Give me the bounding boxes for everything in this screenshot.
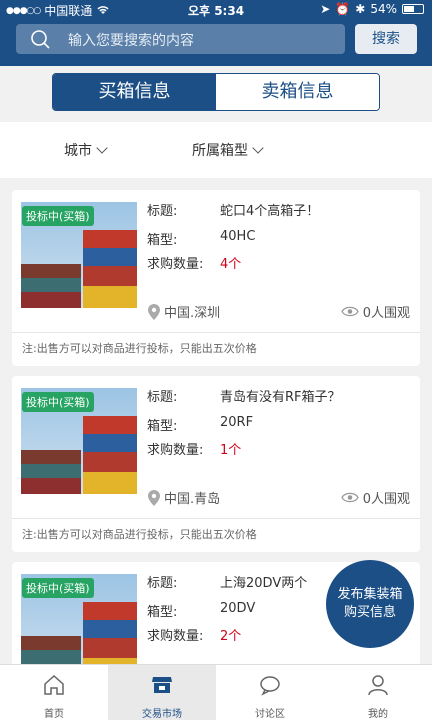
status-badge: 投标中(买箱) [22, 392, 94, 412]
listing-title: 青岛有没有RF箱子？ [220, 390, 341, 405]
user-icon [368, 675, 388, 696]
nav-item-discussion[interactable]: 讨论区 [216, 665, 324, 720]
listing-title: 蛇口4个高箱子！ [220, 204, 320, 219]
box-type-label: 箱型: [147, 605, 178, 620]
search-icon [31, 30, 50, 49]
nav-label: 讨论区 [255, 709, 285, 720]
tab-sell-info[interactable]: 卖箱信息 [216, 74, 379, 110]
app-header: ●●●○○ 中国联通 오후 5:34 ➤ ⏰ ✱ 54% 输入您要搜索的内容 搜… [0, 0, 432, 66]
search-input[interactable]: 输入您要搜索的内容 [16, 24, 345, 54]
location-text: 中国.深圳 [164, 306, 221, 321]
quantity-label: 求购数量: [147, 443, 204, 458]
location: 中国.深圳 [148, 302, 220, 321]
fab-line-2: 购买信息 [343, 605, 396, 620]
divider [12, 518, 420, 519]
quantity-row: 求购数量: 1个 [147, 439, 241, 458]
listing-card[interactable]: 投标中(买箱) 标题: 青岛有没有RF箱子？ 箱型: 20RF 求购数量: 1个… [12, 376, 420, 552]
box-type-value: 20DV [220, 601, 256, 616]
chat-icon [260, 676, 280, 696]
box-type-row: 箱型: 40HC [147, 229, 255, 248]
chevron-down-icon [252, 142, 264, 154]
publish-buy-request-button[interactable]: 发布集装箱 购买信息 [326, 560, 414, 648]
box-type-filter-label: 所属箱型 [192, 143, 248, 159]
listing-card[interactable]: 投标中(买箱) 标题: 蛇口4个高箱子！ 箱型: 40HC 求购数量: 4个 中… [12, 190, 420, 366]
bid-note: 注:出售方可以对商品进行投标，只能出五次价格 [22, 342, 257, 355]
box-type-value: 40HC [220, 229, 256, 244]
view-count-text: 0人围观 [362, 492, 410, 507]
quantity-value: 1个 [220, 443, 242, 458]
quantity-row: 求购数量: 2个 [147, 625, 241, 644]
home-icon [44, 674, 64, 695]
location-pin-icon [148, 489, 160, 506]
quantity-value: 4个 [220, 257, 242, 272]
box-type-row: 箱型: 20DV [147, 601, 255, 620]
battery-icon [402, 4, 424, 14]
listing-title: 上海20DV两个 [220, 576, 308, 591]
location-text: 中国.青岛 [164, 492, 221, 507]
quantity-value: 2个 [220, 629, 242, 644]
nav-label: 我的 [368, 709, 388, 720]
status-badge: 投标中(买箱) [22, 578, 94, 598]
bluetooth-icon: ✱ [355, 2, 366, 16]
search-placeholder: 输入您要搜索的内容 [68, 33, 194, 49]
quantity-label: 求购数量: [147, 629, 204, 644]
city-filter-label: 城市 [64, 143, 92, 159]
location-pin-icon [148, 303, 160, 320]
quantity-row: 求购数量: 4个 [147, 253, 241, 272]
filter-bar: 城市 所属箱型 [0, 122, 432, 178]
title-row: 标题: 青岛有没有RF箱子？ [147, 386, 341, 405]
title-label: 标题: [147, 390, 178, 405]
nav-item-profile[interactable]: 我的 [324, 665, 432, 720]
box-type-label: 箱型: [147, 233, 178, 248]
location: 中国.青岛 [148, 488, 220, 507]
title-label: 标题: [147, 576, 178, 591]
nav-item-home[interactable]: 首页 [0, 665, 108, 720]
fab-line-1: 发布集装箱 [337, 587, 403, 602]
status-badge: 投标中(买箱) [22, 206, 94, 226]
title-row: 标题: 蛇口4个高箱子！ [147, 200, 319, 219]
view-count: 0人围观 [340, 302, 410, 321]
eye-icon [340, 306, 359, 317]
bottom-nav: 首页 交易市场 讨论区 我的 [0, 664, 432, 720]
eye-icon [340, 492, 359, 503]
tab-buy-info[interactable]: 买箱信息 [53, 74, 216, 110]
nav-label: 交易市场 [142, 709, 182, 720]
status-bar: ●●●○○ 中国联通 오후 5:34 ➤ ⏰ ✱ 54% [0, 0, 432, 20]
quantity-label: 求购数量: [147, 257, 204, 272]
alarm-icon: ⏰ [335, 2, 351, 16]
box-type-label: 箱型: [147, 419, 178, 434]
view-count-text: 0人围观 [362, 306, 410, 321]
title-label: 标题: [147, 204, 178, 219]
nav-item-market[interactable]: 交易市场 [108, 665, 216, 720]
segment-tabs: 买箱信息 卖箱信息 [52, 73, 380, 111]
chevron-down-icon [96, 142, 108, 154]
box-type-value: 20RF [220, 415, 254, 430]
nav-label: 首页 [44, 709, 64, 720]
location-arrow-icon: ➤ [320, 2, 331, 16]
city-filter[interactable]: 城市 [64, 140, 108, 160]
title-row: 标题: 上海20DV两个 [147, 572, 307, 591]
divider [12, 332, 420, 333]
shop-icon [152, 677, 172, 693]
box-type-row: 箱型: 20RF [147, 415, 253, 434]
battery-percent: 54% [370, 2, 397, 16]
bid-note: 注:出售方可以对商品进行投标，只能出五次价格 [22, 528, 257, 541]
search-button[interactable]: 搜索 [355, 24, 417, 54]
view-count: 0人围观 [340, 488, 410, 507]
tabs-container: 买箱信息 卖箱信息 [0, 66, 432, 122]
box-type-filter[interactable]: 所属箱型 [192, 140, 264, 160]
